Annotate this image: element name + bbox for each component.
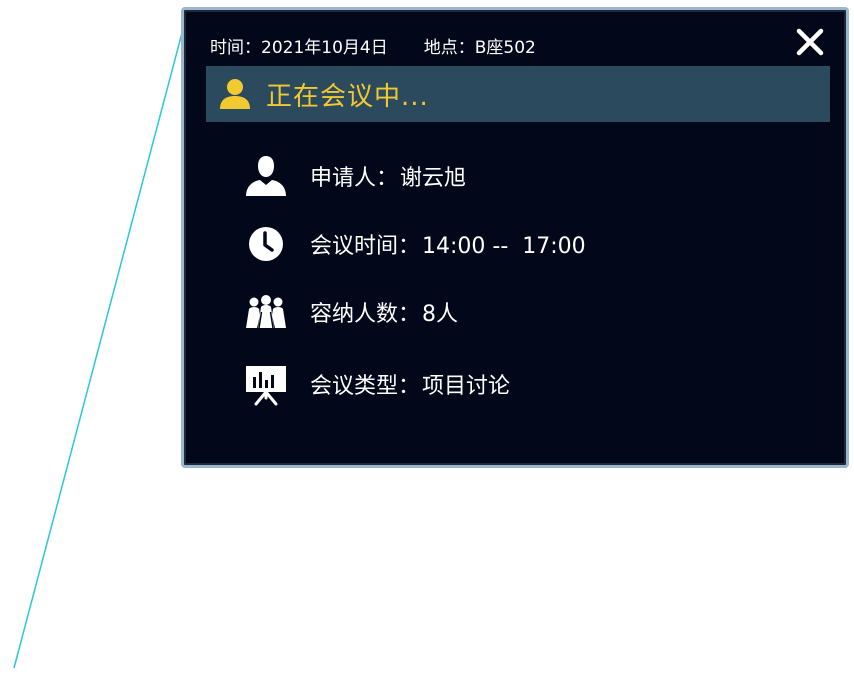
capacity-text: 容纳人数：8人: [310, 296, 458, 328]
header-info: 时间： 2021年10月4日 地点： B座502: [210, 32, 536, 58]
capacity-label: 容纳人数：: [310, 302, 421, 327]
meeting-time-label: 会议时间：: [310, 234, 421, 259]
applicant-text: 申请人：谢云旭: [310, 160, 466, 192]
stage: 时间： 2021年10月4日 地点： B座502 正在会议中... 申请人：谢云…: [0, 0, 854, 684]
meeting-type-label: 会议类型：: [310, 374, 421, 399]
meeting-time-text: 会议时间：14:00 -- 17:00: [310, 228, 586, 260]
status-bar: 正在会议中...: [206, 66, 830, 122]
meeting-time-value: 14:00 -- 17:00: [422, 234, 586, 259]
applicant-row: 申请人：谢云旭: [244, 154, 466, 198]
applicant-label: 申请人：: [310, 166, 399, 191]
presentation-board-icon: [244, 362, 288, 406]
user-icon: [244, 154, 288, 198]
meeting-date: 2021年10月4日: [261, 37, 388, 58]
meeting-type-value: 项目讨论: [422, 374, 511, 399]
clock-icon: [244, 222, 288, 266]
close-icon: [796, 28, 824, 56]
capacity-row: 容纳人数：8人: [244, 290, 458, 334]
applicant-value: 谢云旭: [400, 166, 467, 191]
meeting-type-row: 会议类型：项目讨论: [244, 362, 510, 406]
meeting-location: B座502: [474, 37, 536, 58]
meeting-room-popup: 时间： 2021年10月4日 地点： B座502 正在会议中... 申请人：谢云…: [181, 7, 849, 468]
meeting-time-row: 会议时间：14:00 -- 17:00: [244, 222, 586, 266]
close-button[interactable]: [796, 28, 824, 56]
meeting-type-text: 会议类型：项目讨论: [310, 368, 510, 400]
location-label: 地点：: [423, 37, 475, 58]
time-label: 时间：: [210, 37, 261, 58]
capacity-value: 8人: [422, 302, 459, 327]
status-text: 正在会议中...: [266, 81, 429, 112]
person-icon: [220, 79, 250, 109]
people-group-icon: [244, 290, 288, 334]
